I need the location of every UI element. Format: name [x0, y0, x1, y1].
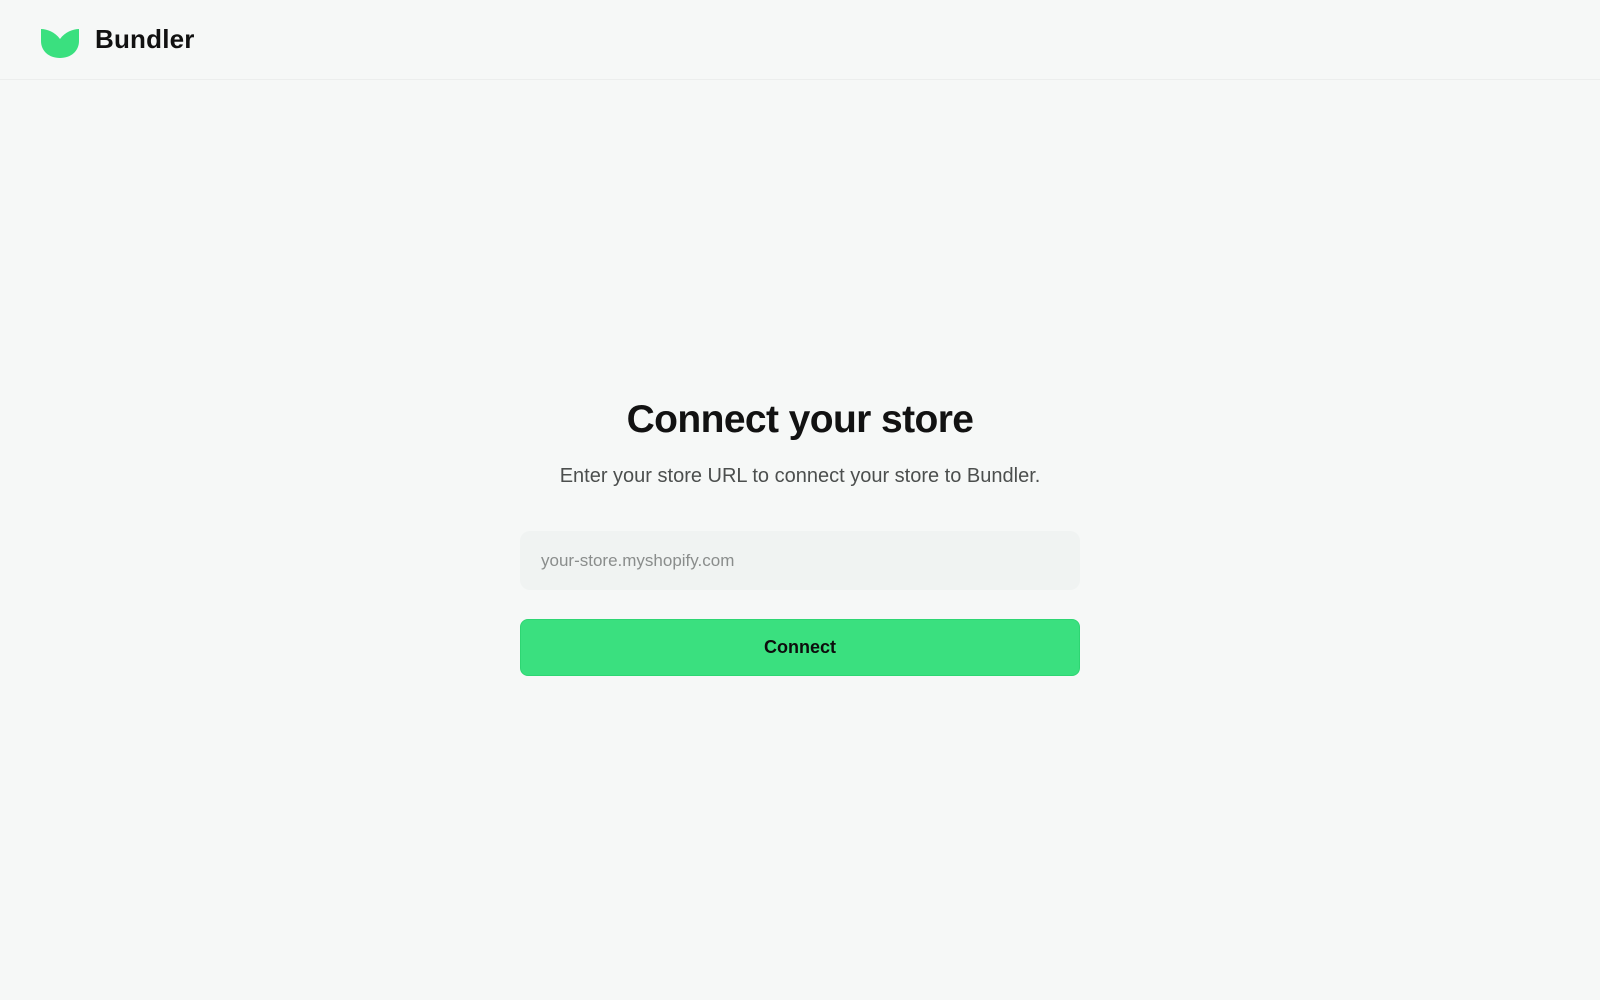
page-subtitle: Enter your store URL to connect your sto… — [559, 465, 1041, 487]
brand-name: Bundler — [95, 24, 195, 54]
connect-button[interactable]: Connect — [520, 619, 1080, 676]
store-url-input[interactable] — [520, 531, 1080, 590]
page-title: Connect your store — [626, 398, 974, 441]
top-bar: Bundler — [0, 0, 1600, 80]
bundler-logo-icon[interactable] — [41, 23, 79, 59]
connect-store-panel: Connect your store Enter your store URL … — [0, 80, 1600, 1000]
